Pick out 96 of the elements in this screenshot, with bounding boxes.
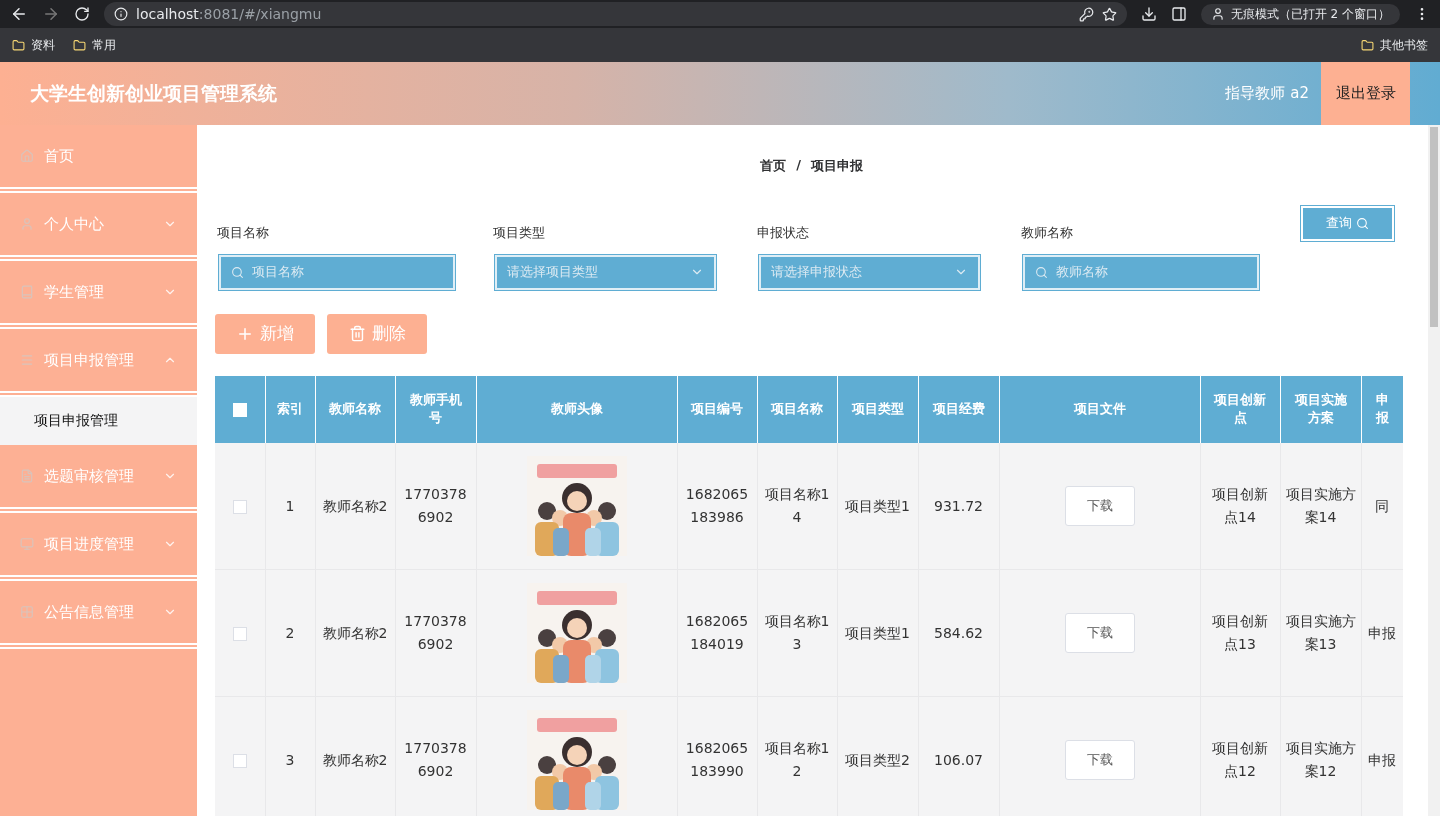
- search-icon: [1356, 216, 1369, 230]
- incognito-icon: [1210, 7, 1225, 21]
- key-icon: [1078, 6, 1094, 22]
- bookmark[interactable]: 资料: [12, 36, 55, 54]
- project-type-cell: 项目类型1: [845, 497, 910, 514]
- bookmark[interactable]: 常用: [73, 36, 116, 54]
- breadcrumb-item[interactable]: 首页: [760, 157, 787, 224]
- logout-button[interactable]: 退出登录: [1321, 62, 1410, 125]
- phone-cell: 17703786902: [404, 613, 467, 653]
- funding-cell: 106.07: [934, 751, 983, 768]
- bookmark[interactable]: 其他书签: [1361, 36, 1428, 54]
- menu-item-icon: [20, 353, 34, 367]
- download-button[interactable]: 下载: [1064, 486, 1135, 526]
- project-name-cell: 项目名称14: [764, 486, 830, 525]
- incognito-badge[interactable]: 无痕模式（已打开 2 个窗口）: [1200, 3, 1400, 25]
- index-cell: 3: [285, 751, 295, 768]
- select-field[interactable]: 请选择项目类型: [495, 254, 716, 290]
- filter-label: 项目类型: [493, 223, 546, 242]
- app-title: 大学生创新创业项目管理系统: [30, 80, 278, 106]
- menu-item-icon: [20, 605, 34, 619]
- project-name-cell: 项目名称12: [764, 740, 830, 780]
- menu-item-icon: [20, 537, 34, 551]
- download-button[interactable]: 下载: [1064, 613, 1135, 654]
- column-header: 教师手机号: [395, 375, 476, 443]
- index-cell: 2: [285, 624, 295, 641]
- project-number-cell: 1682065183986: [685, 486, 749, 525]
- column-header: 项目类型: [837, 375, 918, 443]
- column-header: 教师头像: [476, 375, 677, 443]
- project-number-cell: 1682065183990: [685, 740, 749, 780]
- menu-item-icon: [20, 469, 34, 483]
- status-cell: 申报: [1368, 751, 1396, 768]
- phone-cell: 17703786902: [404, 486, 467, 525]
- funding-cell: 931.72: [934, 497, 983, 514]
- folder-icon: [1361, 38, 1374, 52]
- teacher-name-cell: 教师名称2: [322, 497, 388, 514]
- row-checkbox[interactable]: [232, 499, 247, 514]
- plan-cell: 项目实施方案14: [1285, 486, 1356, 525]
- search-button[interactable]: 查询: [1301, 205, 1394, 241]
- column-header: 项目创新点: [1200, 375, 1280, 443]
- folder-icon: [73, 38, 86, 52]
- trash-icon: [348, 325, 366, 343]
- info-icon: [114, 7, 128, 21]
- plan-cell: 项目实施方案13: [1285, 613, 1356, 653]
- download-icon: [1140, 6, 1157, 22]
- filter-label: 申报状态: [757, 223, 810, 242]
- column-header: 项目编号: [677, 375, 757, 443]
- scrollbar-thumb[interactable]: [1430, 127, 1438, 327]
- user-name: 指导教师 a2: [1225, 84, 1309, 103]
- download-button[interactable]: 下载: [1064, 740, 1135, 781]
- column-header: 教师名称: [315, 375, 395, 443]
- reload-icon: [74, 6, 90, 22]
- innovation-cell: 项目创新点12: [1212, 740, 1268, 780]
- menu-item-icon: [20, 149, 34, 163]
- project-type-cell: 项目类型2: [845, 751, 910, 768]
- index-cell: 1: [285, 497, 295, 514]
- forward-icon: [42, 5, 60, 23]
- project-number-cell: 1682065184019: [685, 613, 749, 653]
- column-header: 项目文件: [999, 375, 1200, 443]
- row-checkbox[interactable]: [232, 626, 247, 641]
- search-icon: [231, 265, 244, 279]
- teacher-name-cell: 教师名称2: [322, 751, 388, 768]
- funding-cell: 584.62: [934, 624, 983, 641]
- project-name-cell: 项目名称13: [764, 613, 830, 653]
- search-icon: [1035, 265, 1048, 279]
- column-header: 申报: [1361, 375, 1403, 443]
- teacher-name-cell: 教师名称2: [322, 624, 388, 641]
- column-header: 索引: [265, 375, 315, 443]
- column-header: 项目经费: [918, 375, 999, 443]
- project-type-cell: 项目类型1: [845, 624, 910, 641]
- phone-cell: 17703786902: [404, 740, 467, 780]
- side-panel-icon: [1170, 6, 1187, 22]
- back-icon: [10, 5, 28, 23]
- menu-item-icon: [20, 285, 34, 299]
- add-button[interactable]: 新增: [215, 313, 315, 354]
- breadcrumb-item: 项目申报: [810, 157, 863, 175]
- address-bar[interactable]: localhost:8081/#/xiangmu: [104, 2, 1127, 26]
- folder-icon: [12, 38, 25, 52]
- star-icon: [1101, 6, 1117, 22]
- delete-button[interactable]: 删除: [327, 313, 427, 354]
- innovation-cell: 项目创新点14: [1212, 486, 1268, 525]
- row-checkbox[interactable]: [232, 753, 247, 768]
- status-cell: 申报: [1368, 624, 1396, 641]
- input-field[interactable]: 项目名称: [219, 254, 455, 290]
- submenu-item[interactable]: 项目申报管理: [0, 397, 197, 445]
- select-all-checkbox[interactable]: [232, 403, 247, 417]
- filter-label: 教师名称: [1021, 223, 1074, 242]
- select-field[interactable]: 请选择申报状态: [759, 254, 980, 290]
- filter-label: 项目名称: [217, 223, 270, 242]
- input-field[interactable]: 教师名称: [1023, 254, 1259, 290]
- innovation-cell: 项目创新点13: [1212, 613, 1268, 653]
- column-header: 项目名称: [757, 375, 837, 443]
- plan-cell: 项目实施方案12: [1285, 740, 1356, 780]
- column-header: 项目实施方案: [1280, 375, 1361, 443]
- status-cell: 同: [1375, 497, 1389, 514]
- menu-item-icon: [20, 217, 34, 231]
- breadcrumb-separator: /: [796, 157, 801, 174]
